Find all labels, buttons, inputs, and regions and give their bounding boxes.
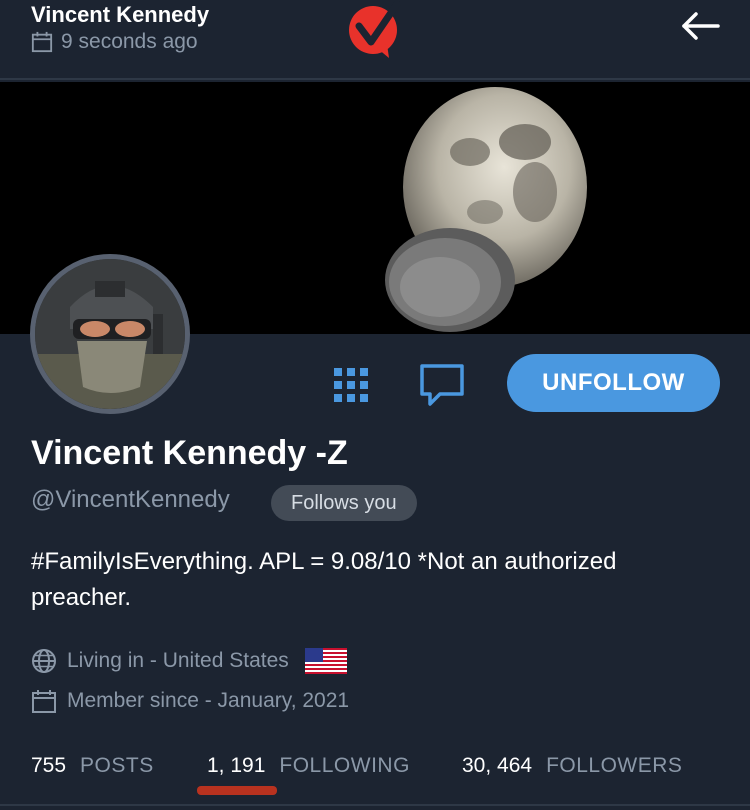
profile-bio: #FamilyIsEverything. APL = 9.08/10 *Not …	[31, 548, 617, 611]
moon-image	[385, 87, 587, 332]
unfollow-button[interactable]: UNFOLLOW	[507, 354, 720, 412]
globe-icon	[32, 649, 56, 673]
stat-followers[interactable]: 30, 464 FOLLOWERS	[462, 754, 682, 778]
avatar-image	[35, 259, 185, 409]
display-name: Vincent Kennedy -Z	[31, 434, 348, 472]
header-timestamp: 9 seconds ago	[31, 30, 198, 54]
location-text: Living in - United States	[67, 649, 289, 672]
followers-label: FOLLOWERS	[546, 754, 683, 777]
following-label: FOLLOWING	[279, 754, 410, 777]
logo-icon	[349, 0, 401, 58]
calendar-icon	[31, 31, 53, 53]
calendar-icon	[32, 690, 56, 713]
red-underline-annotation	[197, 786, 277, 795]
timestamp-text: 9 seconds ago	[61, 30, 198, 53]
following-count: 1, 191	[207, 754, 266, 777]
member-since-row: Member since - January, 2021	[31, 688, 349, 714]
profile-stats: 755 POSTS 1, 191 FOLLOWING 30, 464 FOLLO…	[31, 754, 731, 784]
us-flag-icon	[304, 648, 347, 674]
back-arrow-icon[interactable]	[680, 10, 720, 42]
grid-icon[interactable]	[330, 364, 372, 406]
posts-count: 755	[31, 754, 67, 777]
top-header: Vincent Kennedy 9 seconds ago	[0, 0, 750, 80]
message-icon[interactable]	[418, 362, 466, 408]
member-since-text: Member since - January, 2021	[67, 689, 350, 712]
followers-count: 30, 464	[462, 754, 533, 777]
divider	[0, 804, 750, 806]
user-handle: @VincentKennedy	[31, 486, 230, 513]
location-row: Living in - United States	[31, 648, 347, 674]
avatar[interactable]	[30, 254, 190, 414]
follows-you-badge: Follows you	[271, 485, 417, 521]
header-user-name: Vincent Kennedy	[31, 2, 210, 27]
stat-following[interactable]: 1, 191 FOLLOWING	[207, 754, 410, 778]
posts-label: POSTS	[80, 754, 154, 777]
stat-posts[interactable]: 755 POSTS	[31, 754, 154, 778]
